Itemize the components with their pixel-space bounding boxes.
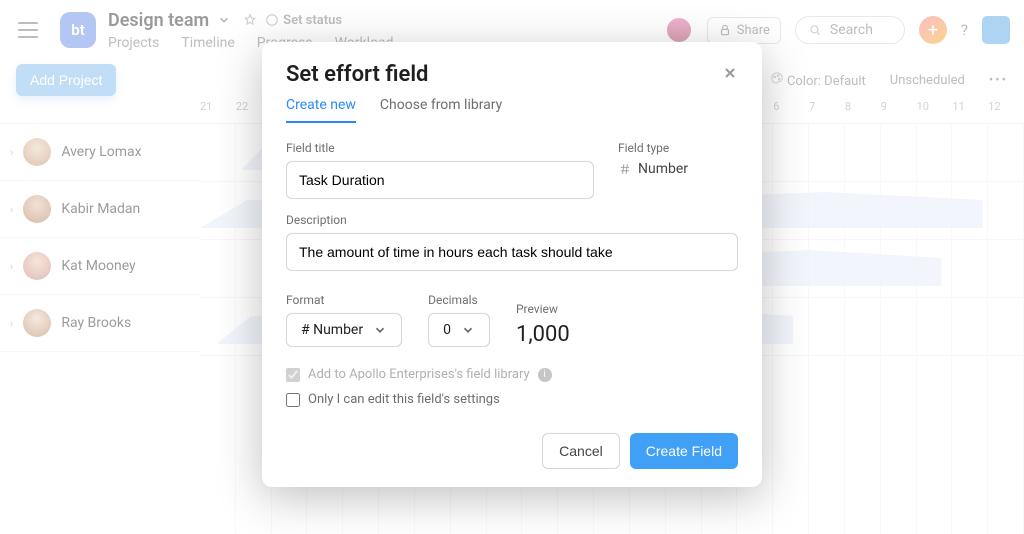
field-title-label: Field title	[286, 141, 594, 155]
field-title-input[interactable]	[286, 161, 594, 199]
format-select[interactable]: # Number	[286, 313, 402, 347]
only-me-checkbox[interactable]: Only I can edit this field's settings	[286, 392, 738, 407]
chevron-down-icon	[461, 323, 475, 337]
description-label: Description	[286, 213, 738, 227]
description-input[interactable]	[286, 233, 738, 271]
set-effort-field-modal: Set effort field Create new Choose from …	[262, 42, 762, 487]
decimals-select[interactable]: 0	[428, 313, 490, 347]
close-icon[interactable]	[722, 62, 738, 87]
create-field-button[interactable]: Create Field	[630, 433, 738, 469]
number-icon	[618, 162, 632, 176]
chevron-down-icon	[373, 323, 387, 337]
field-type-label: Field type	[618, 141, 738, 155]
cancel-button[interactable]: Cancel	[542, 433, 620, 469]
decimals-label: Decimals	[428, 293, 490, 307]
add-to-library-checkbox: Add to Apollo Enterprises's field librar…	[286, 367, 738, 382]
preview-label: Preview	[516, 302, 570, 316]
tab-create-new[interactable]: Create new	[286, 97, 356, 123]
modal-title: Set effort field	[286, 62, 428, 87]
tab-choose-library[interactable]: Choose from library	[380, 97, 502, 123]
format-label: Format	[286, 293, 402, 307]
info-icon[interactable]: i	[538, 368, 552, 382]
preview-value: 1,000	[516, 322, 570, 347]
field-type-value: Number	[618, 161, 738, 177]
